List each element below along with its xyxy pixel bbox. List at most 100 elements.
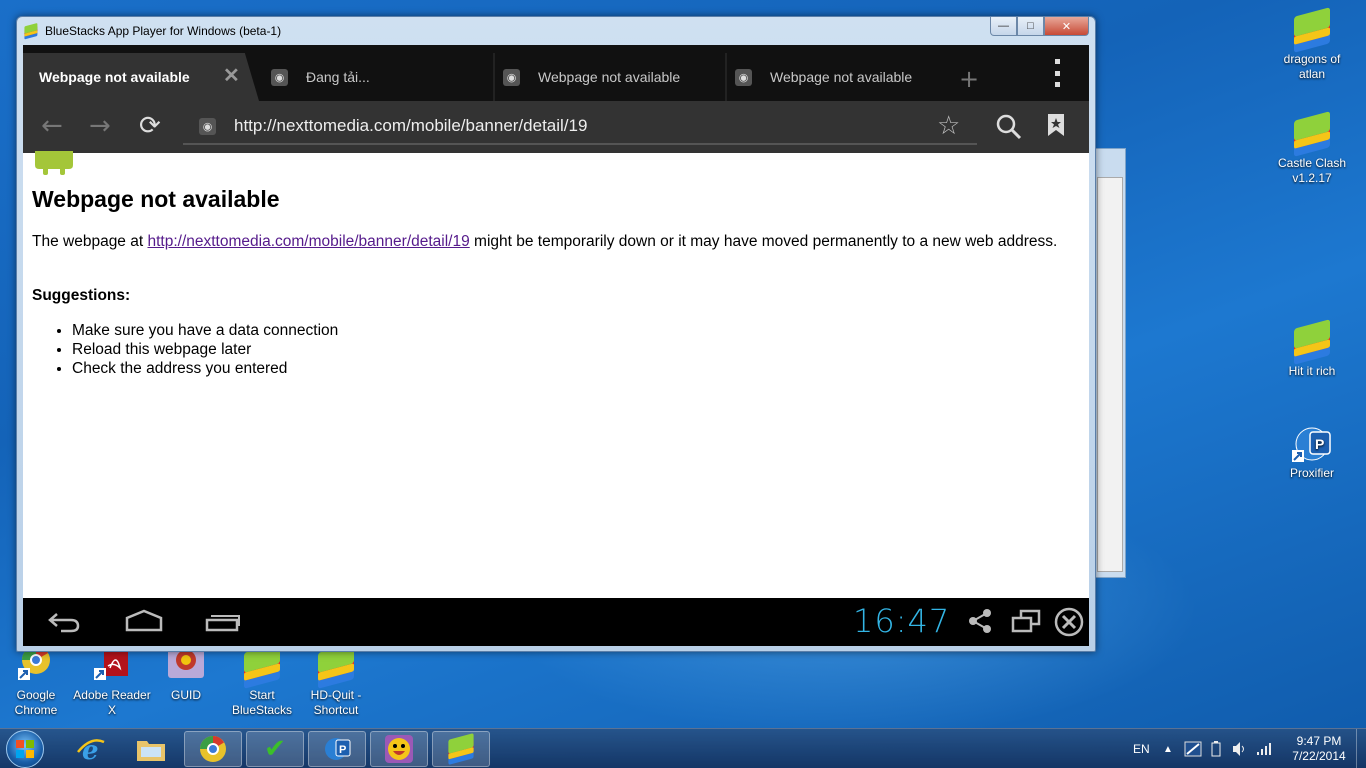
bluestacks-title-icon [23, 22, 38, 40]
suggestions-heading: Suggestions: [32, 287, 131, 304]
taskbar-checkmark-app[interactable]: ✔ [246, 731, 304, 767]
taskbar-proxifier[interactable]: P [308, 731, 366, 767]
desktop-icon-proxifier[interactable]: P Proxifier [1272, 424, 1352, 481]
window-title: BlueStacks App Player for Windows (beta-… [45, 24, 282, 38]
window-controls: — □ ✕ [990, 17, 1089, 36]
bluestacks-app-icon [1290, 111, 1334, 157]
globe-icon: ◉ [503, 68, 520, 86]
bluestacks-window: BlueStacks App Player for Windows (beta-… [16, 16, 1096, 652]
android-robot-icon [31, 147, 77, 175]
checkmark-icon: ✔ [264, 734, 286, 764]
close-app-icon[interactable] [1053, 606, 1085, 645]
desktop-icon-hit-it-rich[interactable]: Hit it rich [1272, 319, 1352, 379]
system-clock[interactable]: 9:47 PM 7/22/2014 [1284, 734, 1354, 764]
desktop-icon-label: Adobe Reader X [73, 688, 151, 717]
android-back-icon[interactable] [47, 608, 81, 641]
desktop-icon-label: HD-Quit - Shortcut [310, 688, 362, 717]
address-bar[interactable]: ◉ http://nexttomedia.com/mobile/banner/d… [183, 109, 977, 145]
tab-divider [493, 53, 495, 101]
reload-icon[interactable]: ⟳ [139, 111, 161, 141]
battery-icon[interactable] [1211, 729, 1221, 768]
desktop-icon-start-bluestacks[interactable]: Start BlueStacks [222, 643, 302, 718]
taskbar-chrome[interactable] [184, 731, 242, 767]
tab-webpage-not-available-active[interactable]: Webpage not available ✕ [23, 53, 259, 101]
volume-icon[interactable] [1232, 729, 1248, 768]
browser-tab-bar: Webpage not available ✕ ◉ Đang tải... ◉ … [23, 45, 1089, 101]
tab-loading[interactable]: ◉ Đang tải... [271, 53, 481, 101]
desktop-icon-guid[interactable]: GUID [146, 646, 226, 703]
desktop-icon-label: Proxifier [1289, 466, 1334, 480]
suggestions-list: Make sure you have a data connection Rel… [72, 321, 338, 378]
failed-url-link[interactable]: http://nexttomedia.com/mobile/banner/det… [147, 233, 469, 250]
list-item: Check the address you entered [72, 359, 338, 378]
close-button[interactable]: ✕ [1044, 17, 1089, 36]
taskbar-messenger[interactable] [370, 731, 428, 767]
android-navigation-bar: 16:47 [23, 598, 1089, 646]
maximize-button[interactable]: □ [1017, 17, 1044, 36]
guid-icon [164, 646, 208, 686]
error-message-prefix: The webpage at [32, 233, 148, 250]
taskbar-internet-explorer[interactable]: e [62, 731, 120, 767]
error-page: Webpage not available The webpage at htt… [23, 151, 1089, 602]
site-globe-icon: ◉ [199, 117, 216, 135]
list-item: Make sure you have a data connection [72, 321, 338, 340]
window-resize-icon[interactable] [1011, 608, 1041, 641]
taskbar-file-explorer[interactable] [122, 731, 180, 767]
bluestacks-app-icon [1290, 7, 1334, 53]
share-icon[interactable] [967, 608, 993, 641]
bluestacks-app-icon [240, 643, 284, 689]
show-hidden-icons-icon[interactable]: ▲ [1163, 729, 1173, 768]
forward-arrow-icon[interactable]: → [89, 111, 111, 141]
adobe-reader-icon [90, 646, 134, 686]
start-button[interactable] [6, 730, 44, 768]
page-title: Webpage not available [32, 186, 280, 212]
android-screen: Webpage not available ✕ ◉ Đang tải... ◉ … [23, 45, 1089, 646]
tab-webpage-not-available-2[interactable]: ◉ Webpage not available [503, 53, 713, 101]
new-tab-button[interactable]: + [959, 65, 979, 93]
desktop-icon-label: dragons of atlan [1283, 52, 1341, 81]
signal-icon[interactable] [1256, 729, 1274, 768]
desktop-icon-dragons-of-atlan[interactable]: dragons of atlan [1272, 7, 1352, 82]
window-titlebar[interactable]: BlueStacks App Player for Windows (beta-… [17, 17, 1095, 45]
minimize-button[interactable]: — [990, 17, 1017, 36]
desktop-icon-label: Google Chrome [14, 688, 58, 717]
windows-taskbar: e ✔ P EN ▲ 9:47 PM 7/22/2014 [0, 728, 1366, 768]
internet-explorer-icon: e [77, 736, 105, 764]
svg-text:P: P [339, 744, 346, 756]
error-message-suffix: might be temporarily down or it may have… [469, 233, 1058, 250]
bluestacks-app-icon [314, 643, 358, 689]
proxifier-icon: P [1290, 424, 1334, 464]
search-icon[interactable] [995, 113, 1023, 141]
tab-label: Webpage not available [770, 69, 913, 85]
desktop-icon-label: GUID [171, 688, 201, 702]
tab-label: Webpage not available [39, 69, 190, 85]
desktop-icon-hd-quit[interactable]: HD-Quit - Shortcut [296, 643, 376, 718]
desktop-icon-castle-clash[interactable]: Castle Clash v1.2.17 [1272, 111, 1352, 186]
bookmarks-icon[interactable] [1047, 113, 1065, 137]
desktop-icon-google-chrome[interactable]: Google Chrome [0, 646, 76, 718]
windows-logo-icon [16, 740, 34, 758]
language-indicator[interactable]: EN [1133, 729, 1150, 768]
back-arrow-icon[interactable]: ← [41, 111, 63, 141]
chrome-icon [14, 646, 58, 686]
tab-webpage-not-available-3[interactable]: ◉ Webpage not available [735, 53, 945, 101]
globe-icon: ◉ [271, 68, 288, 86]
overflow-menu-icon[interactable] [1051, 59, 1063, 87]
taskbar-bluestacks[interactable] [432, 731, 490, 767]
android-recent-apps-icon[interactable] [205, 608, 241, 641]
desktop-icon-adobe-reader[interactable]: Adobe Reader X [72, 646, 152, 718]
desktop-icon-label: Hit it rich [1288, 364, 1336, 378]
clock-time: 9:47 PM [1296, 734, 1342, 748]
action-center-icon[interactable] [1184, 729, 1202, 768]
desktop-icon-label: Start BlueStacks [231, 688, 293, 717]
browser-toolbar: ← → ⟳ ◉ http://nexttomedia.com/mobile/ba… [23, 101, 1089, 153]
tab-close-icon[interactable]: ✕ [223, 63, 240, 88]
folder-icon [137, 741, 165, 761]
smiley-icon [385, 735, 413, 763]
android-clock: 16:47 [853, 602, 951, 640]
star-icon[interactable]: ☆ [937, 111, 960, 141]
bluestacks-app-icon [1290, 319, 1334, 365]
show-desktop-button[interactable] [1356, 729, 1366, 768]
android-home-icon[interactable] [125, 608, 163, 641]
error-message: The webpage at http://nexttomedia.com/mo… [32, 232, 1072, 251]
